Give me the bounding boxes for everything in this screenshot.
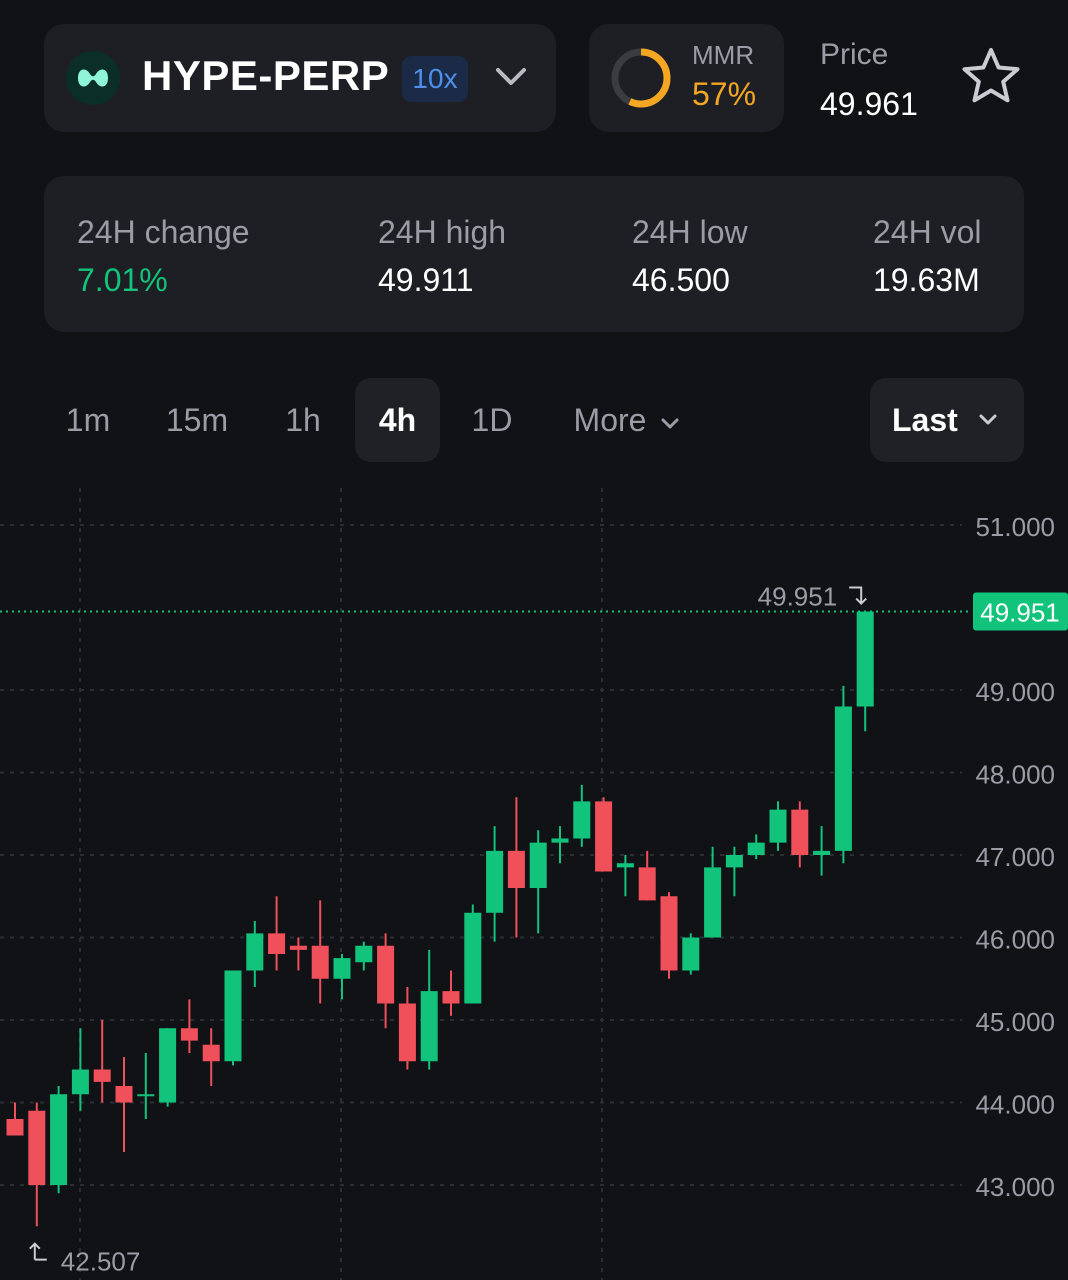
tab-1m[interactable]: 1m (48, 378, 128, 462)
candle-body (159, 1028, 177, 1103)
market-selector[interactable]: HYPE-PERP 10x (44, 24, 556, 132)
stat-vol-value: 19.63M (873, 262, 980, 298)
tab-more[interactable]: More (552, 378, 702, 462)
high-marker-label: 49.951 (758, 582, 838, 612)
y-tick-label: 46.000 (975, 925, 1055, 955)
candle-body (246, 933, 264, 971)
chevron-down-icon (661, 418, 679, 429)
candle-body (660, 896, 678, 971)
candle-body (50, 1094, 68, 1185)
candle-body (28, 1110, 46, 1185)
mmr-label: MMR (692, 40, 755, 70)
y-tick-label: 49.000 (975, 677, 1055, 707)
y-tick-label: 43.000 (975, 1172, 1055, 1202)
candle-body (377, 945, 395, 1004)
candle-body (71, 1069, 89, 1095)
market-symbol: HYPE-PERP (142, 52, 390, 99)
candle-body (202, 1044, 220, 1062)
candle-body (224, 970, 242, 1062)
mmr-value: 57% (692, 76, 757, 112)
candle-body (333, 958, 351, 979)
low-marker-label: 42.507 (61, 1247, 141, 1277)
tab-4h[interactable]: 4h (355, 378, 440, 462)
stat-high-label: 24H high (378, 214, 507, 250)
leverage-badge[interactable]: 10x (402, 56, 468, 102)
y-tick-label: 48.000 (975, 760, 1055, 790)
last-price-label: 49.951 (980, 598, 1060, 628)
candle-body (486, 850, 504, 913)
candle-body (268, 933, 286, 954)
candle-body (573, 801, 591, 839)
tab-1h[interactable]: 1h (266, 378, 340, 462)
tab-1d[interactable]: 1D (456, 378, 528, 462)
stat-change-value: 7.01% (77, 262, 168, 298)
candle-body (180, 1028, 198, 1041)
candle-body (551, 838, 569, 843)
candle-body (704, 867, 722, 938)
candle-body (725, 855, 743, 868)
tab-more-label: More (573, 402, 647, 438)
hyperliquid-logo-icon (66, 51, 120, 105)
mmr-indicator[interactable]: MMR 57% (589, 24, 784, 132)
y-tick-label: 45.000 (975, 1007, 1055, 1037)
candle-body (442, 991, 460, 1004)
y-tick-label: 47.000 (975, 842, 1055, 872)
stat-vol-label: 24H vol (873, 214, 982, 250)
star-icon[interactable] (960, 46, 1022, 106)
candle-body (355, 945, 373, 963)
low-marker-arrow-icon (29, 1242, 47, 1261)
candlestick-chart[interactable]: 51.000 49.000 48.000 47.000 46.000 45.000 44.0… (0, 480, 1068, 1280)
candle-body (791, 809, 809, 855)
candle-body (311, 945, 329, 979)
chevron-down-icon[interactable] (494, 62, 528, 92)
tab-15m[interactable]: 15m (150, 378, 244, 462)
candle-body (595, 801, 613, 872)
stat-low-value: 46.500 (632, 262, 730, 298)
candle-body (682, 937, 700, 971)
market-stats: 24H change 7.01% 24H high 49.911 24H low… (44, 176, 1024, 332)
y-tick-label: 44.000 (975, 1090, 1055, 1120)
stat-high-value: 49.911 (378, 262, 474, 298)
candle-body (398, 1003, 416, 1062)
candle-body (507, 850, 525, 888)
price-source-select[interactable]: Last (870, 378, 1024, 462)
candle-body (115, 1086, 133, 1103)
candle-body (529, 842, 547, 888)
candle-body (834, 706, 852, 851)
candle-body (6, 1119, 24, 1136)
stat-change-label: 24H change (77, 214, 250, 250)
candle-body (813, 850, 831, 855)
candle-body (638, 867, 656, 901)
chevron-down-icon (979, 414, 997, 425)
candle-body (464, 912, 482, 1004)
candle-body (137, 1094, 155, 1097)
candle-body (420, 991, 438, 1062)
candle-body (856, 611, 874, 707)
price-label: Price (820, 38, 889, 71)
candle-body (616, 863, 634, 868)
candle-body (747, 842, 765, 855)
candle-body (289, 945, 307, 950)
candle-body (769, 809, 787, 843)
mmr-gauge (611, 48, 671, 108)
price-source-label: Last (892, 402, 958, 438)
price-value: 49.961 (820, 86, 918, 122)
y-tick-label: 51.000 (975, 512, 1055, 542)
stat-low-label: 24H low (632, 214, 748, 250)
high-marker-arrow-icon (849, 586, 867, 605)
candle-body (93, 1069, 111, 1082)
